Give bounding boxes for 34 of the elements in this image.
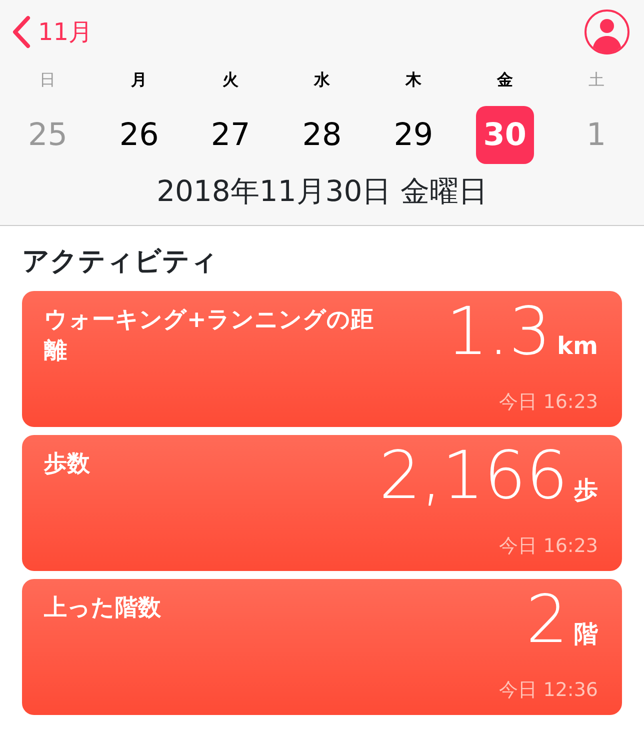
metric-unit: 歩 [574, 474, 598, 506]
back-button[interactable]: 11月 [10, 14, 93, 50]
date-button[interactable]: 28 [292, 106, 351, 164]
timestamp: 今日 16:23 [499, 390, 598, 415]
metric-unit: 階 [574, 618, 598, 650]
back-chevron-icon [10, 15, 32, 49]
weekday-label: 月 [130, 69, 148, 91]
timestamp: 今日 12:36 [499, 678, 598, 703]
activity-card[interactable]: 歩数 2,166 歩 今日 16:23 [22, 434, 622, 570]
weekday-label: 金 [496, 69, 514, 91]
date-button[interactable]: 29 [384, 106, 442, 164]
section-title: アクティビティ [22, 245, 219, 279]
date-button[interactable]: 26 [110, 106, 168, 164]
weekday-label: 木 [404, 69, 422, 91]
weekday-label: 火 [222, 69, 240, 91]
profile-icon[interactable] [584, 9, 630, 55]
date-button[interactable]: 27 [202, 106, 260, 164]
card-title: ウォーキング+ランニングの距離 [44, 306, 374, 366]
weekday-label: 土 [587, 69, 606, 91]
activity-card[interactable]: 上った階数 2 階 今日 12:36 [22, 578, 622, 714]
metric-value: 2 [526, 586, 568, 652]
metric-value: 1.3 [446, 298, 552, 364]
weekday-label: 水 [312, 69, 331, 91]
timestamp: 今日 16:23 [499, 534, 598, 559]
date-button[interactable]: 30 [476, 106, 534, 164]
date-button[interactable]: 1 [567, 106, 626, 164]
card-title: 歩数 [44, 450, 90, 478]
activity-card[interactable]: ウォーキング+ランニングの距離 1.3 km 今日 16:23 [22, 290, 622, 426]
metric-unit: km [557, 330, 598, 362]
weekday-label: 日 [38, 69, 57, 91]
selected-date: 2018年11月30日 金曜日 [156, 173, 488, 210]
card-title: 上った階数 [44, 594, 161, 622]
metric-value: 2,166 [379, 442, 568, 508]
date-button[interactable]: 25 [18, 106, 77, 164]
